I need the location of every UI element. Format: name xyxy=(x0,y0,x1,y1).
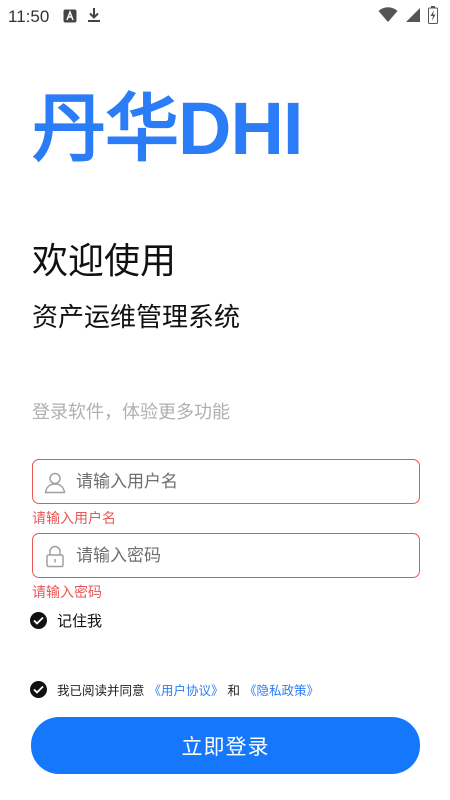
status-right xyxy=(378,6,438,28)
agreement-prefix: 我已阅读并同意 xyxy=(57,683,145,698)
welcome-title: 欢迎使用 xyxy=(32,241,177,282)
username-error: 请输入用户名 xyxy=(32,511,116,527)
checkmark-icon xyxy=(33,616,44,625)
user-agreement-link[interactable]: 《用户协议》 xyxy=(149,680,224,699)
agreement-row: 我已阅读并同意 《用户协议》 和 《隐私政策》 xyxy=(30,680,323,699)
remember-me-row[interactable]: 记住我 xyxy=(30,610,102,631)
checkmark-icon xyxy=(33,685,44,694)
wifi-icon xyxy=(378,7,398,27)
agreement-conjunction: 和 xyxy=(227,683,241,698)
login-tagline: 登录软件，体验更多功能 xyxy=(32,402,230,423)
password-error: 请输入密码 xyxy=(32,585,102,601)
app-notification-icon xyxy=(63,8,77,27)
remember-label: 记住我 xyxy=(57,612,103,630)
status-bar: 11:50 xyxy=(0,0,450,34)
login-button[interactable]: 立即登录 xyxy=(31,717,420,774)
remember-checkbox[interactable] xyxy=(30,612,47,629)
agreement-checkbox[interactable] xyxy=(30,681,47,698)
battery-icon xyxy=(428,6,438,28)
system-subtitle: 资产运维管理系统 xyxy=(32,303,241,333)
brand-logo: 丹华DHI xyxy=(32,87,303,170)
status-time: 11:50 xyxy=(8,7,50,26)
privacy-policy-link[interactable]: 《隐私政策》 xyxy=(244,680,319,699)
username-field[interactable] xyxy=(32,459,420,504)
password-field[interactable] xyxy=(32,533,420,578)
login-screen: 11:50 丹华DHI 欢迎使用 资产运维管理系统 登录软件，体验更多功能 请输… xyxy=(0,0,450,800)
password-input[interactable] xyxy=(76,534,419,577)
username-input[interactable] xyxy=(76,460,419,503)
lock-icon xyxy=(43,544,67,568)
user-icon xyxy=(43,470,67,494)
signal-icon xyxy=(405,7,421,27)
download-icon xyxy=(87,7,101,27)
